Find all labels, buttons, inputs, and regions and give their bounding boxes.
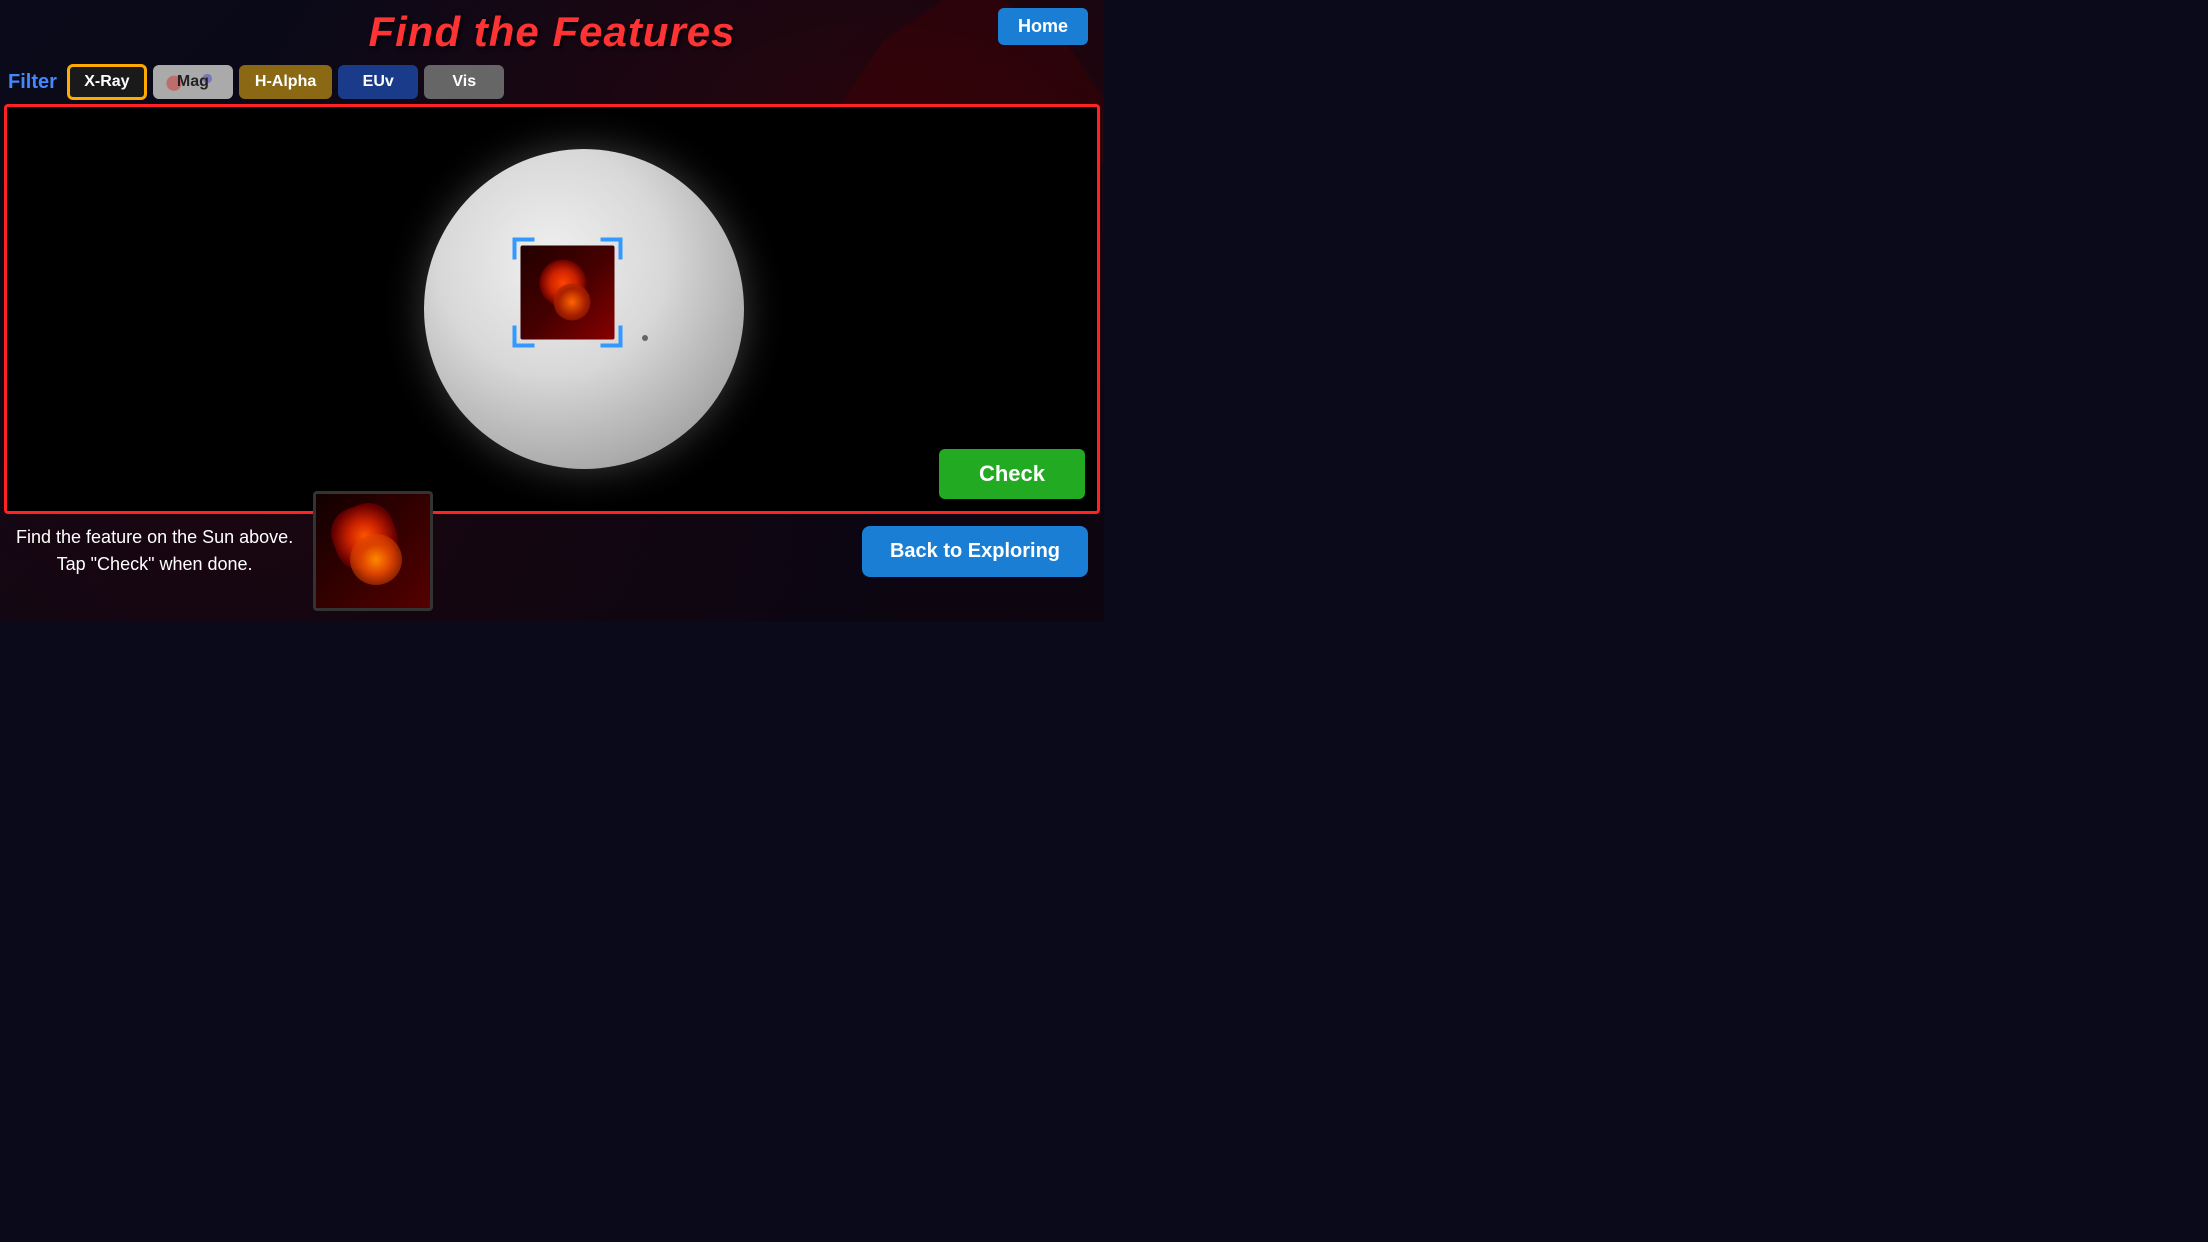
selection-box[interactable] xyxy=(513,238,623,348)
thumbnail-glow-2 xyxy=(350,534,401,585)
bottom-panel: Find the feature on the Sun above. Tap "… xyxy=(0,481,1104,621)
feature-thumbnail xyxy=(313,491,433,611)
page-title: Find the Features xyxy=(368,8,735,56)
filter-vis-button[interactable]: Vis xyxy=(424,65,504,99)
sun-sphere xyxy=(424,149,744,469)
instruction-line2: Tap "Check" when done. xyxy=(16,551,293,578)
filter-euv-button[interactable]: EUv xyxy=(338,65,418,99)
header: Find the Features Home xyxy=(0,0,1104,64)
instruction-text: Find the feature on the Sun above. Tap "… xyxy=(16,524,293,578)
instruction-line1: Find the feature on the Sun above. xyxy=(16,524,293,551)
filter-bar: Filter X-Ray Mag H-Alpha EUv Vis xyxy=(0,64,1104,100)
filter-mag-button[interactable]: Mag xyxy=(153,65,233,99)
viewing-area[interactable]: Check xyxy=(4,104,1100,514)
back-to-exploring-button[interactable]: Back to Exploring xyxy=(862,526,1088,577)
sun-spot xyxy=(642,335,648,341)
filter-xray-button[interactable]: X-Ray xyxy=(67,64,147,100)
selected-feature-region xyxy=(521,246,615,340)
filter-halpha-button[interactable]: H-Alpha xyxy=(239,65,332,99)
filter-label: Filter xyxy=(8,71,57,94)
main-content: Find the Features Home Filter X-Ray Mag … xyxy=(0,0,1104,621)
sun-container xyxy=(424,149,744,469)
feature-glow-2 xyxy=(553,283,591,321)
home-button[interactable]: Home xyxy=(998,8,1088,45)
